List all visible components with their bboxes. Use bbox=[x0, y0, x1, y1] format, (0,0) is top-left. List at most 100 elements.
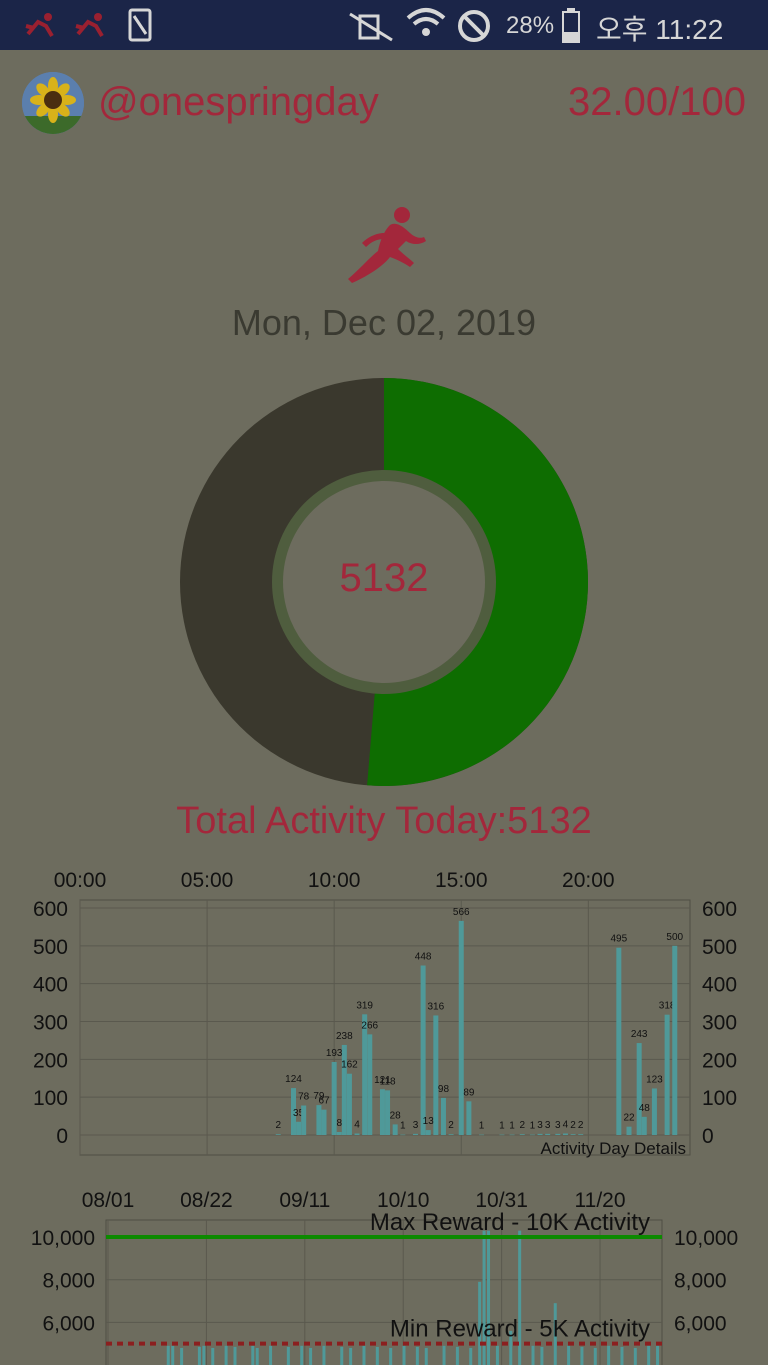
day-bar-label: 78 bbox=[298, 1091, 310, 1102]
username[interactable]: @onespringday bbox=[98, 80, 379, 125]
day-y-tick-right: 200 bbox=[702, 1049, 737, 1072]
history-y-tick-right: 6,000 bbox=[674, 1312, 727, 1335]
history-bar bbox=[402, 1345, 406, 1365]
day-bar-label: 316 bbox=[427, 1001, 444, 1012]
day-bar-label: 124 bbox=[285, 1074, 302, 1085]
clock: 오후 11:22 bbox=[596, 14, 724, 45]
history-bar bbox=[224, 1345, 228, 1365]
history-bar bbox=[233, 1346, 237, 1365]
day-bar-label: 319 bbox=[356, 1000, 373, 1011]
day-bar bbox=[362, 1014, 368, 1135]
history-bar bbox=[211, 1347, 215, 1365]
day-bar bbox=[545, 1133, 551, 1135]
activity-history-chart: 6,000 6,000 8,000 8,000 10,000 10,000 08/01 08/… bbox=[31, 1189, 738, 1365]
day-y-tick-right: 100 bbox=[702, 1087, 737, 1110]
day-bar bbox=[651, 1088, 657, 1135]
running-notification-icon-2 bbox=[75, 13, 104, 38]
day-bar bbox=[400, 1134, 406, 1136]
day-bar-label: 2 bbox=[578, 1120, 584, 1131]
battery-icon bbox=[562, 8, 580, 43]
day-bar bbox=[425, 1130, 431, 1135]
day-bar bbox=[321, 1109, 327, 1135]
history-bar bbox=[166, 1345, 170, 1365]
history-bar bbox=[415, 1346, 419, 1365]
day-bar-label: 22 bbox=[623, 1113, 635, 1124]
day-bar bbox=[509, 1134, 515, 1136]
day-bar-label: 193 bbox=[326, 1048, 343, 1059]
history-bar bbox=[540, 1346, 544, 1365]
history-bar bbox=[469, 1347, 473, 1365]
day-bar bbox=[466, 1101, 472, 1135]
date-label: Mon, Dec 02, 2019 bbox=[231, 302, 537, 343]
day-bar-label: 2 bbox=[275, 1120, 281, 1131]
day-y-tick-left: 0 bbox=[56, 1125, 68, 1148]
history-reward-label: Max Reward - 10K Activity bbox=[370, 1209, 650, 1236]
day-bar-label: 243 bbox=[631, 1029, 648, 1040]
day-bar-label: 3 bbox=[413, 1120, 419, 1131]
history-bar bbox=[171, 1345, 175, 1365]
day-bar bbox=[537, 1133, 543, 1135]
history-bar bbox=[300, 1345, 304, 1365]
day-bar-label: 2 bbox=[448, 1120, 454, 1131]
day-bar-label: 162 bbox=[341, 1060, 358, 1071]
running-notification-icon bbox=[25, 13, 54, 38]
day-y-tick-left: 600 bbox=[33, 898, 68, 921]
day-bar bbox=[664, 1014, 670, 1135]
history-y-tick-right: 10,000 bbox=[674, 1227, 738, 1250]
day-bar bbox=[448, 1134, 454, 1135]
history-bar bbox=[286, 1346, 290, 1365]
day-chart-frame bbox=[79, 899, 691, 1156]
day-bar bbox=[433, 1015, 439, 1135]
day-bar-label: 13 bbox=[423, 1116, 435, 1127]
day-y-tick-left: 100 bbox=[33, 1087, 68, 1110]
day-y-tick-right: 300 bbox=[702, 1012, 737, 1035]
day-bar-label: 4 bbox=[563, 1119, 569, 1130]
day-y-tick-left: 500 bbox=[33, 936, 68, 959]
avatar[interactable] bbox=[22, 72, 84, 134]
history-bar bbox=[197, 1346, 201, 1365]
day-bar-label: 4 bbox=[354, 1119, 360, 1130]
day-x-tick: 10:00 bbox=[308, 869, 361, 892]
activity-day-chart: 0 0 100 100 200 200 300 300 400 400 500 500 600 600 00… bbox=[33, 869, 737, 1158]
history-bar bbox=[375, 1346, 379, 1365]
day-bar-label: 2 bbox=[570, 1120, 576, 1131]
day-bar bbox=[420, 965, 426, 1135]
day-bar-label: 98 bbox=[438, 1084, 450, 1095]
runner-icon bbox=[348, 207, 426, 283]
day-x-tick: 20:00 bbox=[562, 869, 615, 892]
history-bar bbox=[322, 1345, 326, 1365]
day-bar bbox=[499, 1134, 505, 1136]
history-bar bbox=[255, 1347, 259, 1365]
history-bar bbox=[309, 1347, 313, 1365]
day-bar-label: 266 bbox=[361, 1020, 378, 1031]
history-bar bbox=[567, 1345, 571, 1365]
day-bar bbox=[316, 1105, 322, 1135]
day-bar bbox=[562, 1133, 568, 1135]
day-bar-label: 1 bbox=[400, 1121, 406, 1132]
do-not-disturb-icon bbox=[458, 10, 490, 42]
day-bar-label: 3 bbox=[545, 1120, 551, 1131]
day-bar bbox=[275, 1134, 281, 1135]
history-bar bbox=[593, 1347, 597, 1365]
history-bar bbox=[389, 1347, 393, 1365]
day-bar bbox=[354, 1133, 360, 1135]
day-bar-label: 89 bbox=[463, 1087, 475, 1098]
day-bar bbox=[636, 1043, 642, 1135]
day-bar-label: 67 bbox=[318, 1096, 330, 1107]
day-bar-label: 8 bbox=[336, 1118, 342, 1129]
day-bar-label: 238 bbox=[336, 1031, 353, 1042]
history-bar bbox=[202, 1345, 206, 1365]
day-bar bbox=[616, 947, 622, 1135]
day-bar-label: 1 bbox=[479, 1121, 485, 1132]
history-bar bbox=[442, 1345, 446, 1365]
history-y-tick-left: 10,000 bbox=[31, 1227, 95, 1250]
history-bar bbox=[269, 1345, 273, 1365]
day-bar bbox=[413, 1133, 418, 1135]
day-bar-label: 500 bbox=[666, 932, 683, 943]
history-bar bbox=[607, 1345, 611, 1365]
day-bar bbox=[570, 1134, 576, 1135]
day-bar bbox=[458, 920, 464, 1135]
day-bar bbox=[341, 1044, 347, 1135]
day-bar bbox=[672, 945, 678, 1135]
day-bar bbox=[529, 1134, 535, 1136]
